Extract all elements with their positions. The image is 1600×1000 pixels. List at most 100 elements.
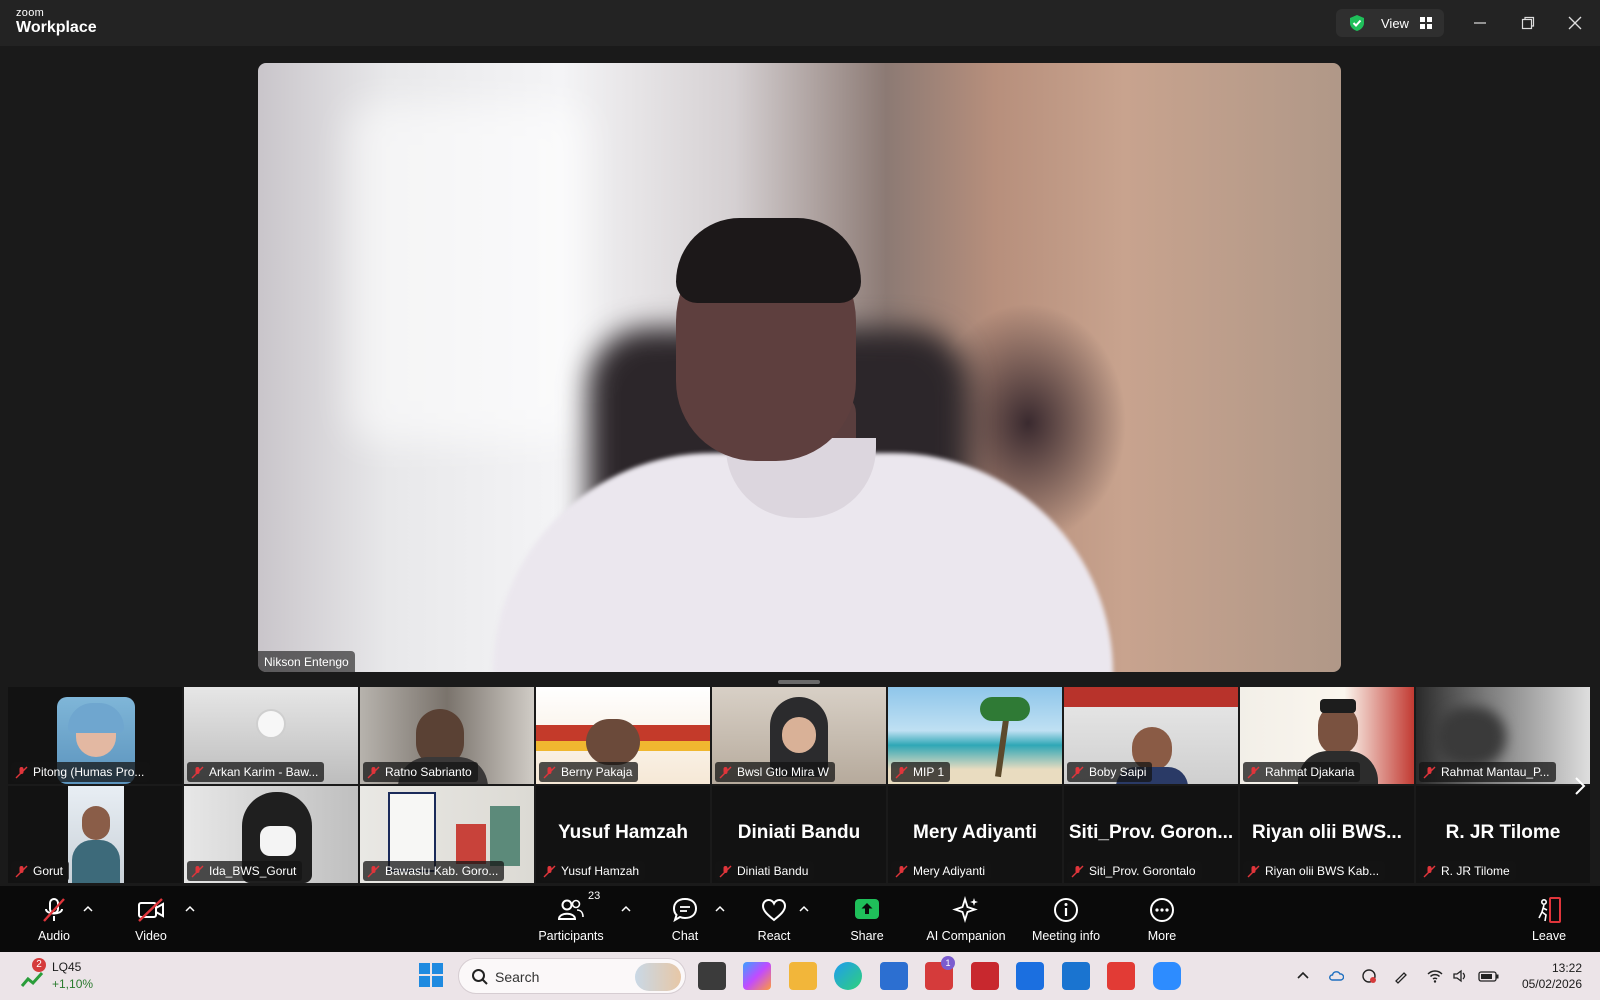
zoom-app-icon[interactable]: [1153, 962, 1181, 990]
participant-tile[interactable]: Pitong (Humas Pro...: [8, 687, 182, 784]
participant-tile[interactable]: Yusuf Hamzah Yusuf Hamzah: [536, 786, 710, 883]
onedrive-cloud-icon[interactable]: [1328, 968, 1344, 984]
audio-label: Audio: [38, 929, 70, 943]
participant-tile[interactable]: Berny Pakaja: [536, 687, 710, 784]
participant-display-name: Yusuf Hamzah: [558, 822, 688, 843]
stock-ticker: LQ45: [52, 960, 82, 974]
chat-button[interactable]: Chat: [640, 894, 730, 946]
battery-icon[interactable]: [1478, 968, 1500, 984]
clock-date: 05/02/2026: [1521, 977, 1582, 991]
close-icon: [1568, 16, 1582, 30]
l-app-icon[interactable]: 1: [925, 956, 955, 990]
volume-icon[interactable]: [1452, 968, 1468, 984]
participants-label: Participants: [538, 929, 604, 943]
more-label: More: [1147, 929, 1177, 943]
react-options-chevron-icon[interactable]: [798, 904, 810, 914]
participant-tile[interactable]: Ida_BWS_Gorut: [184, 786, 358, 883]
view-button[interactable]: View: [1336, 9, 1444, 37]
participant-tile[interactable]: MIP 1: [888, 687, 1062, 784]
react-button[interactable]: React: [729, 894, 819, 946]
participant-tile[interactable]: Riyan olii BWS... Riyan olii BWS Kab...: [1240, 786, 1414, 883]
taskbar-search-input[interactable]: Search: [458, 958, 686, 994]
minimize-button[interactable]: [1467, 10, 1493, 36]
participant-tile[interactable]: Rahmat Mantau_P...: [1416, 687, 1590, 784]
close-button[interactable]: [1562, 10, 1588, 36]
task-view-icon[interactable]: [698, 962, 726, 990]
participant-tile[interactable]: Diniati Bandu Diniati Bandu: [712, 786, 886, 883]
security-status-icon[interactable]: [1361, 968, 1377, 984]
participant-name: Gorut: [11, 861, 70, 881]
restore-icon: [1521, 16, 1535, 30]
encryption-shield-icon: [1350, 15, 1364, 31]
participant-name: Yusuf Hamzah: [539, 861, 646, 881]
muted-mic-icon: [719, 865, 732, 878]
muted-mic-icon: [895, 865, 908, 878]
participant-tile[interactable]: Arkan Karim - Baw...: [184, 687, 358, 784]
muted-mic-icon: [367, 865, 380, 878]
participant-name: Arkan Karim - Baw...: [187, 762, 325, 782]
view-label: View: [1381, 16, 1409, 31]
participant-tile[interactable]: Bawaslu Kab. Goro...: [360, 786, 534, 883]
participant-tile[interactable]: R. JR Tilome R. JR Tilome: [1416, 786, 1590, 883]
participant-tile[interactable]: Rahmat Djakaria: [1240, 687, 1414, 784]
tray-expand-chevron-icon[interactable]: [1295, 968, 1311, 984]
resize-handle[interactable]: [778, 680, 820, 684]
copilot-icon[interactable]: [743, 962, 771, 990]
os-taskbar: 2 LQ45 +1,10% Search 1 13:22 05/02/2026: [0, 952, 1600, 1000]
participant-name: Pitong (Humas Pro...: [11, 762, 151, 782]
restore-button[interactable]: [1515, 10, 1541, 36]
muted-microphone-icon: [43, 898, 65, 922]
participant-tile[interactable]: Boby Saipi: [1064, 687, 1238, 784]
minimize-icon: [1474, 22, 1486, 24]
participant-tile[interactable]: Bwsl Gtlo Mira W: [712, 687, 886, 784]
grid-view-icon: [1420, 17, 1432, 29]
participant-tile[interactable]: Ratno Sabrianto: [360, 687, 534, 784]
windows-start-icon[interactable]: [417, 961, 445, 989]
meeting-toolbar: Audio Video Participants 23 Chat React S…: [0, 886, 1600, 952]
more-ellipsis-icon: [1150, 898, 1174, 922]
mcafee-icon[interactable]: [971, 962, 999, 990]
participants-count: 23: [588, 890, 601, 902]
clock[interactable]: 13:22 05/02/2026: [1522, 960, 1582, 992]
search-placeholder: Search: [495, 969, 540, 985]
file-explorer-icon[interactable]: [789, 962, 817, 990]
wifi-icon[interactable]: [1427, 968, 1443, 984]
share-button[interactable]: Share: [822, 894, 912, 946]
app-notification-badge: 1: [941, 956, 955, 970]
leave-button[interactable]: Leave: [1504, 894, 1594, 946]
microsoft-store-icon[interactable]: [880, 962, 908, 990]
participant-tile[interactable]: Siti_Prov. Goron... Siti_Prov. Gorontalo: [1064, 786, 1238, 883]
outlook-icon[interactable]: [1062, 962, 1090, 990]
participants-icon: [557, 899, 584, 920]
participant-tile[interactable]: Mery Adiyanti Mery Adiyanti: [888, 786, 1062, 883]
participant-display-name: R. JR Tilome: [1445, 822, 1561, 843]
chat-bubble-icon: [672, 897, 698, 923]
speaker-bg-window: [348, 103, 588, 443]
audio-options-chevron-icon[interactable]: [82, 904, 94, 914]
pen-input-icon[interactable]: [1393, 968, 1409, 984]
ai-companion-button[interactable]: AI Companion: [916, 894, 1016, 946]
ai-sparkle-icon: [952, 896, 978, 924]
more-button[interactable]: More: [1117, 894, 1207, 946]
gallery-next-page-icon[interactable]: [1570, 776, 1590, 796]
participant-name: Rahmat Djakaria: [1243, 762, 1361, 782]
muted-mic-icon: [895, 766, 908, 779]
edge-browser-icon[interactable]: [834, 962, 862, 990]
search-icon: [472, 969, 488, 985]
meeting-info-button[interactable]: Meeting info: [1021, 894, 1111, 946]
participants-button[interactable]: Participants: [526, 894, 616, 946]
dropbox-icon[interactable]: [1016, 962, 1044, 990]
chat-options-chevron-icon[interactable]: [714, 904, 726, 914]
participant-tile[interactable]: Gorut: [8, 786, 182, 883]
participants-options-chevron-icon[interactable]: [620, 904, 632, 914]
video-button[interactable]: Video: [106, 894, 196, 946]
participant-display-name: Mery Adiyanti: [913, 822, 1037, 843]
wps-office-icon[interactable]: [1107, 962, 1135, 990]
video-options-chevron-icon[interactable]: [184, 904, 196, 914]
muted-mic-icon: [543, 865, 556, 878]
active-speaker-video[interactable]: Nikson Entengo: [258, 63, 1341, 672]
logo-zoom-text: zoom: [16, 7, 45, 19]
muted-mic-icon: [719, 766, 732, 779]
audio-button[interactable]: Audio: [9, 894, 99, 946]
participant-name: Diniati Bandu: [715, 861, 815, 881]
